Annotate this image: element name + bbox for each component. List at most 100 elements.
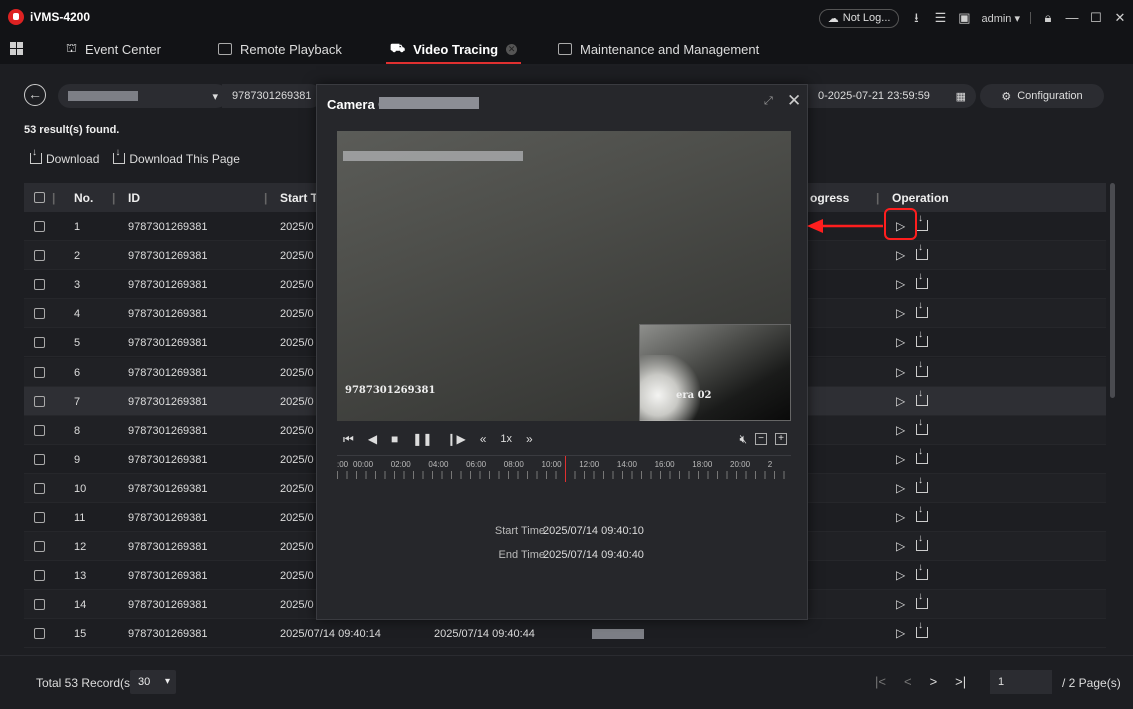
mute-icon[interactable]: 🔇︎ <box>739 432 747 447</box>
fullscreen-icon[interactable]: ⤢ <box>764 95 773 108</box>
row-start-time: 2025/0 <box>280 424 314 437</box>
search-id-input[interactable]: 9787301269381 <box>222 84 322 108</box>
row-checkbox[interactable] <box>34 570 45 582</box>
row-checkbox[interactable] <box>34 599 45 611</box>
timeline-label: 18:00 <box>692 460 713 469</box>
timeline-cursor[interactable] <box>565 456 566 482</box>
step-back-icon[interactable]: ⏮ <box>343 432 354 447</box>
row-checkbox[interactable] <box>34 308 45 320</box>
table-scrollbar[interactable] <box>1110 183 1115 398</box>
configuration-button[interactable]: ⚙ Configuration <box>980 84 1104 108</box>
row-checkbox[interactable] <box>34 221 45 232</box>
download-icon[interactable] <box>916 213 928 231</box>
column-no[interactable]: No. <box>74 191 93 205</box>
page-input[interactable]: 1 <box>990 670 1052 694</box>
play-icon[interactable]: ▷ <box>896 394 908 408</box>
download-icon[interactable] <box>916 620 928 639</box>
pause-icon[interactable]: ❚❚ <box>412 432 432 446</box>
column-progress[interactable]: ogress <box>810 191 849 205</box>
user-menu[interactable]: admin ▾ <box>981 12 1020 25</box>
download-icon[interactable] <box>916 417 928 435</box>
row-checkbox[interactable] <box>34 453 45 465</box>
per-page-select[interactable]: 30 <box>130 670 176 694</box>
download-icon[interactable] <box>916 591 928 610</box>
video-player[interactable]: 9787301269381 era 02 <box>337 131 791 421</box>
play-icon[interactable]: ▷ <box>896 335 908 349</box>
row-checkbox[interactable] <box>34 424 45 436</box>
row-checkbox[interactable] <box>34 541 45 553</box>
maximize-icon[interactable]: ☐ <box>1089 11 1103 25</box>
module-grid-icon[interactable] <box>10 42 23 55</box>
slow-down-icon[interactable]: « <box>480 432 487 446</box>
play-icon[interactable]: ▷ <box>896 481 908 495</box>
calendar-icon[interactable]: ▦ <box>956 90 966 103</box>
tab-close-icon[interactable]: ✕ <box>506 43 518 55</box>
speed-up-icon[interactable]: » <box>526 432 533 446</box>
next-page-icon[interactable]: > <box>930 674 938 689</box>
play-icon[interactable]: ▷ <box>896 539 908 553</box>
column-start-time[interactable]: Start T <box>280 191 318 205</box>
download-icon[interactable] <box>916 504 928 522</box>
row-checkbox[interactable] <box>34 512 45 523</box>
back-icon[interactable]: ← <box>24 84 46 106</box>
reverse-icon[interactable]: ◀ <box>368 432 377 446</box>
play-icon[interactable]: ▷ <box>896 626 908 640</box>
download-icon[interactable] <box>916 300 928 319</box>
download-icon[interactable] <box>916 562 928 581</box>
task-list-icon[interactable]: ☰ <box>933 11 947 25</box>
column-id[interactable]: ID <box>128 191 140 205</box>
download-center-icon[interactable]: ⭳ <box>909 11 923 25</box>
last-page-icon[interactable]: >| <box>955 674 966 689</box>
zoom-out-icon[interactable]: − <box>755 433 767 445</box>
tab-remote-playback[interactable]: Remote Playback <box>218 34 342 64</box>
tab-video-tracing[interactable]: ⛟ Video Tracing ✕ <box>385 34 522 64</box>
close-icon[interactable]: ✕ <box>1113 11 1127 25</box>
play-icon[interactable]: ▷ <box>896 568 908 582</box>
play-icon[interactable]: ▷ <box>896 452 908 466</box>
download-icon[interactable] <box>916 533 928 552</box>
tab-event-center[interactable]: ⛫ Event Center <box>66 34 161 64</box>
select-all-checkbox[interactable] <box>34 192 45 203</box>
download-icon[interactable] <box>916 475 928 493</box>
tab-maintenance[interactable]: Maintenance and Management <box>558 34 759 64</box>
first-page-icon[interactable]: |< <box>875 674 886 689</box>
row-checkbox[interactable] <box>34 482 45 494</box>
play-icon[interactable]: ▷ <box>896 597 908 611</box>
play-icon[interactable]: ▷ <box>896 306 908 320</box>
prev-page-icon[interactable]: < <box>904 674 912 689</box>
column-operation[interactable]: Operation <box>892 191 949 205</box>
row-checkbox[interactable] <box>34 628 45 640</box>
download-page-button[interactable]: Download This Page <box>113 147 240 166</box>
zoom-in-icon[interactable]: + <box>775 433 787 445</box>
row-checkbox[interactable] <box>34 395 45 407</box>
play-icon[interactable]: ▷ <box>896 423 908 437</box>
play-icon[interactable]: ▷ <box>896 277 908 291</box>
download-button[interactable]: Download <box>30 147 99 166</box>
download-icon[interactable] <box>916 359 928 377</box>
row-checkbox[interactable] <box>34 366 45 378</box>
stop-icon[interactable]: ■ <box>391 432 398 446</box>
download-icon[interactable] <box>916 271 928 290</box>
download-icon[interactable] <box>916 242 928 261</box>
table-row[interactable]: 15 9787301269381 2025/07/14 09:40:14 2025/0… <box>24 619 1106 649</box>
download-icon[interactable] <box>916 388 928 406</box>
row-checkbox[interactable] <box>34 337 45 349</box>
row-checkbox[interactable] <box>34 250 45 262</box>
time-range-input[interactable]: 0-2025-07-21 23:59:59 ▦ <box>808 84 976 108</box>
row-checkbox[interactable] <box>34 279 45 291</box>
search-type-select[interactable]: ▾ <box>58 84 228 108</box>
play-icon[interactable]: ▷ <box>896 248 908 262</box>
play-icon[interactable]: ▷ <box>896 510 908 524</box>
cloud-login-button[interactable]: ☁ Not Log... <box>818 8 900 28</box>
minimize-icon[interactable]: — <box>1065 11 1079 25</box>
picture-in-picture[interactable]: era 02 <box>639 324 791 421</box>
download-icon[interactable] <box>916 329 928 348</box>
timeline-bar[interactable]: :00 00:00 02:00 04:00 06:00 08:00 10:00 12:00 14… <box>337 455 791 482</box>
lock-icon[interactable]: 🔒︎ <box>1041 11 1055 25</box>
play-icon[interactable]: ▷ <box>896 365 908 379</box>
row-number: 15 <box>74 628 87 641</box>
image-icon[interactable]: ▣ <box>957 11 971 25</box>
download-icon[interactable] <box>916 446 928 464</box>
frame-forward-icon[interactable]: ❙▶ <box>446 432 465 446</box>
dialog-close-icon[interactable]: ✕ <box>787 91 801 111</box>
